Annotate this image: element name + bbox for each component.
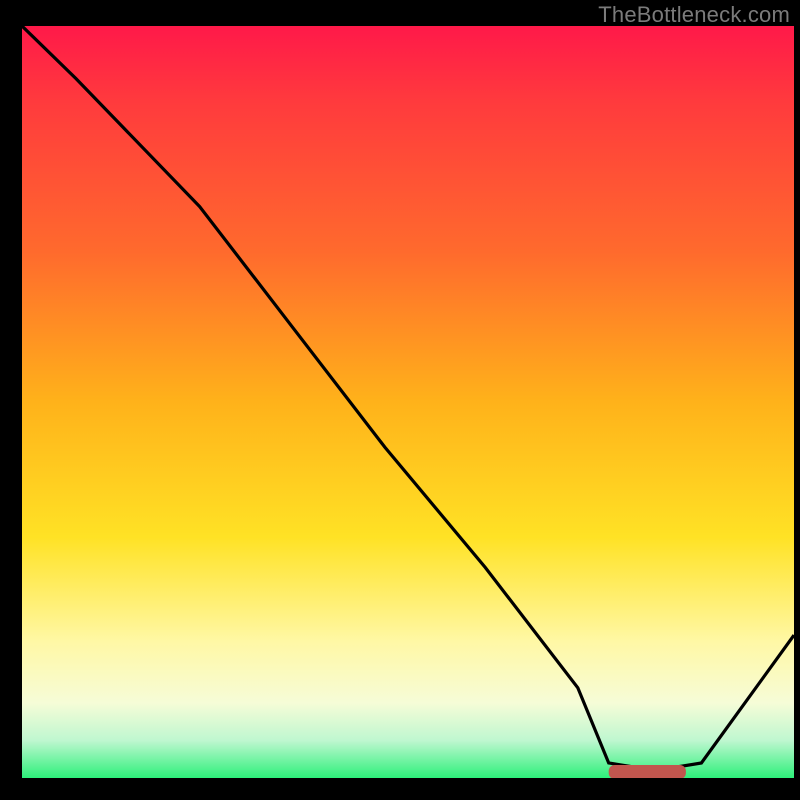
bottleneck-chart: TheBottleneck.com [0,0,800,800]
optimal-marker [609,765,686,778]
bottleneck-curve [22,26,794,771]
watermark: TheBottleneck.com [598,2,790,28]
x-axis [0,778,800,800]
y-axis [0,0,22,800]
plot-overlay [22,26,794,778]
